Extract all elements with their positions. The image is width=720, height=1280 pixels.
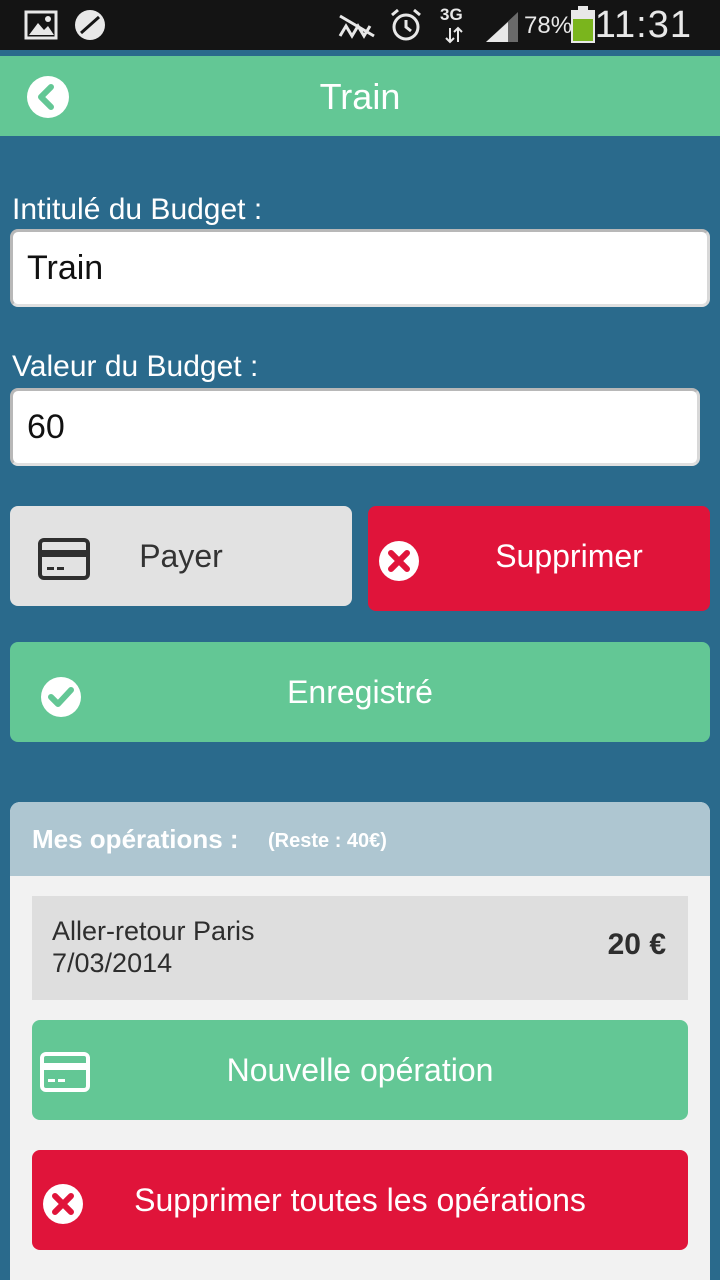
budget-name-label: Intitulé du Budget : <box>12 193 263 226</box>
remaining-amount: (Reste : 40€) <box>268 830 387 852</box>
operation-name: Aller-retour Paris <box>52 916 255 946</box>
operation-date: 7/03/2014 <box>52 948 173 978</box>
pay-button-label: Payer <box>139 538 223 574</box>
mute-icon <box>338 14 375 39</box>
budget-value-input[interactable] <box>10 388 700 466</box>
budget-value-label: Valeur du Budget : <box>12 350 259 383</box>
alarm-icon <box>391 8 421 41</box>
delete-budget-button[interactable]: Supprimer <box>368 506 710 611</box>
delete-all-operations-label: Supprimer toutes les opérations <box>134 1182 586 1218</box>
delete-budget-label: Supprimer <box>495 538 643 574</box>
image-icon <box>24 10 58 40</box>
app-header: Train <box>0 56 720 136</box>
new-operation-button[interactable]: Nouvelle opération <box>32 1020 688 1120</box>
new-operation-label: Nouvelle opération <box>226 1052 494 1088</box>
save-button[interactable]: Enregistré <box>10 642 710 742</box>
budget-name-input[interactable] <box>10 229 710 307</box>
sync-icon <box>75 10 105 40</box>
operations-title: Mes opérations : <box>32 824 239 854</box>
delete-all-operations-button[interactable]: Supprimer toutes les opérations <box>32 1150 688 1250</box>
operation-amount: 20 € <box>607 928 666 961</box>
status-bar: 3G 78% 11:31 <box>0 0 720 50</box>
network-type-label: 3G <box>440 5 463 24</box>
operation-row[interactable]: Aller-retour Paris 7/03/2014 20 € <box>32 896 688 1000</box>
data-arrows-icon <box>445 26 463 44</box>
signal-icon <box>486 12 518 42</box>
battery-percent: 78% <box>524 12 573 39</box>
operations-panel: Mes opérations : (Reste : 40€) Aller-ret… <box>10 802 710 1280</box>
battery-icon <box>571 6 595 43</box>
save-button-label: Enregistré <box>287 674 433 710</box>
operations-header: Mes opérations : (Reste : 40€) <box>10 802 710 876</box>
pay-button[interactable]: Payer <box>10 506 352 606</box>
close-circle-icon <box>379 541 419 581</box>
clock: 11:31 <box>594 4 692 46</box>
page-title: Train <box>319 76 401 117</box>
